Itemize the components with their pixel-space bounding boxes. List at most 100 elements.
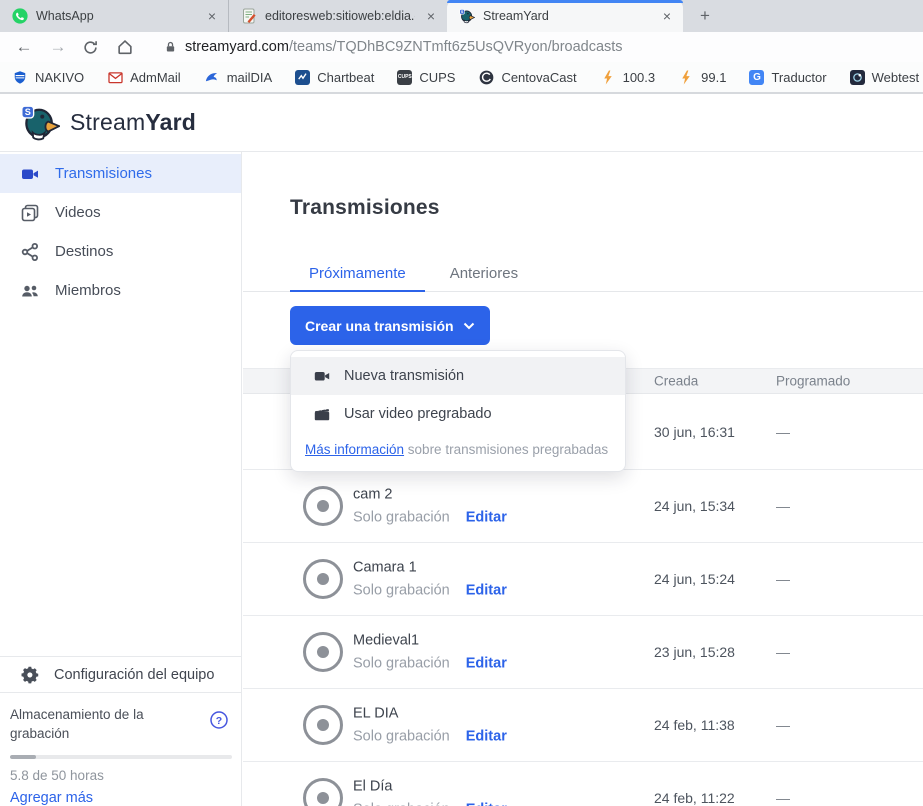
reload-icon[interactable]: [82, 39, 102, 56]
bird-icon: [204, 69, 220, 85]
streamyard-logo[interactable]: S StreamYard: [20, 104, 196, 141]
created-date: 30 jun, 16:31: [654, 424, 735, 440]
home-icon[interactable]: [116, 38, 136, 56]
broadcast-type: Solo grabación: [353, 510, 450, 526]
page-title: Transmisiones: [290, 196, 440, 220]
broadcast-tabs: Próximamente Anteriores: [243, 256, 923, 292]
record-icon: [303, 705, 343, 745]
storage-progress-bar: [10, 755, 232, 759]
programmed-date: —: [776, 498, 790, 514]
table-row[interactable]: cam 2 Solo grabación Editar 24 jun, 15:3…: [243, 470, 923, 543]
bookmark-99-1[interactable]: 99.1: [678, 69, 726, 85]
browser-tab-strip: WhatsApp × editoresweb:sitioweb:eldia.co…: [0, 0, 923, 32]
sidebar-item-team-settings[interactable]: Configuración del equipo: [0, 656, 241, 693]
storage-usage-text: 5.8 de 50 horas: [10, 768, 227, 783]
tab-whatsapp[interactable]: WhatsApp ×: [0, 0, 228, 32]
tab-title: WhatsApp: [36, 9, 196, 23]
bookmark-traductor[interactable]: G Traductor: [749, 70, 826, 85]
video-camera-icon: [20, 164, 40, 184]
broadcast-type: Solo grabación: [353, 729, 450, 745]
swirl-icon: [850, 70, 865, 85]
menu-item-usar-video-pregrabado[interactable]: Usar video pregrabado: [291, 395, 625, 433]
bookmark-100-3[interactable]: 100.3: [600, 69, 656, 85]
table-row[interactable]: EL DIA Solo grabación Editar 24 feb, 11:…: [243, 689, 923, 762]
created-date: 24 jun, 15:24: [654, 571, 735, 587]
main-content: Transmisiones Próximamente Anteriores Cr…: [243, 152, 923, 806]
shield-icon: [12, 69, 28, 85]
menu-item-nueva-transmision[interactable]: Nueva transmisión: [291, 357, 625, 395]
sidebar: Transmisiones Videos Destinos Miembros C…: [0, 152, 242, 806]
tab-title: editoresweb:sitioweb:eldia.co: [265, 9, 415, 23]
people-icon: [20, 281, 40, 301]
programmed-date: —: [776, 571, 790, 587]
bookmark-maildia[interactable]: mailDIA: [204, 69, 273, 85]
created-date: 24 jun, 15:34: [654, 498, 735, 514]
video-camera-icon: [313, 367, 331, 385]
bookmark-webtest[interactable]: Webtest: [850, 70, 919, 85]
table-row[interactable]: Camara 1 Solo grabación Editar 24 jun, 1…: [243, 543, 923, 616]
broadcast-type: Solo grabación: [353, 656, 450, 672]
browser-toolbar: ← → streamyard.com/teams/TQDhBC9ZNTmft6z…: [0, 32, 923, 62]
share-icon: [20, 242, 40, 262]
streamyard-duck-icon: S: [20, 104, 60, 141]
gear-icon: [20, 665, 39, 684]
add-more-link[interactable]: Agregar más: [10, 790, 227, 806]
video-library-icon: [20, 203, 40, 223]
record-icon: [303, 632, 343, 672]
sidebar-item-destinos[interactable]: Destinos: [0, 232, 241, 271]
table-row[interactable]: Medieval1 Solo grabación Editar 23 jun, …: [243, 616, 923, 689]
sidebar-bottom: Configuración del equipo Almacenamiento …: [0, 656, 241, 806]
edit-link[interactable]: Editar: [466, 802, 507, 806]
svg-text:?: ?: [216, 715, 222, 727]
storage-panel: Almacenamiento de la grabación ? 5.8 de …: [0, 693, 241, 806]
sidebar-item-transmisiones[interactable]: Transmisiones: [0, 154, 241, 193]
dropdown-info-text: Más información sobre transmisiones preg…: [291, 433, 625, 471]
sidebar-item-miembros[interactable]: Miembros: [0, 271, 241, 310]
close-icon[interactable]: ×: [659, 8, 675, 24]
programmed-date: —: [776, 717, 790, 733]
tab-proximamente[interactable]: Próximamente: [290, 256, 425, 291]
column-header-creada: Creada: [654, 374, 698, 389]
programmed-date: —: [776, 424, 790, 440]
page-edit-icon: [241, 8, 257, 24]
close-icon[interactable]: ×: [204, 8, 220, 24]
bookmark-cups[interactable]: CUPS CUPS: [397, 70, 455, 85]
back-icon[interactable]: ←: [14, 37, 34, 57]
created-date: 24 feb, 11:22: [654, 790, 735, 806]
broadcast-type: Solo grabación: [353, 802, 450, 806]
edit-link[interactable]: Editar: [466, 656, 507, 672]
forward-icon[interactable]: →: [48, 37, 68, 57]
mas-informacion-link[interactable]: Más información: [305, 442, 404, 457]
create-broadcast-dropdown: Nueva transmisión Usar video pregrabado …: [290, 350, 626, 472]
new-tab-button[interactable]: +: [691, 2, 719, 30]
url-domain: streamyard.com: [185, 39, 289, 55]
close-icon[interactable]: ×: [423, 8, 439, 24]
bookmark-admmail[interactable]: AdmMail: [107, 69, 181, 85]
bookmark-chartbeat[interactable]: Chartbeat: [295, 70, 374, 85]
record-icon: [303, 778, 343, 806]
table-row[interactable]: El Día Solo grabación Editar 24 feb, 11:…: [243, 762, 923, 806]
tab-title: StreamYard: [483, 9, 651, 23]
lock-icon: [164, 40, 177, 54]
tab-anteriores[interactable]: Anteriores: [450, 256, 518, 291]
edit-link[interactable]: Editar: [466, 510, 507, 526]
sidebar-item-videos[interactable]: Videos: [0, 193, 241, 232]
whatsapp-icon: [12, 8, 28, 24]
tab-editoresweb[interactable]: editoresweb:sitioweb:eldia.co ×: [228, 0, 447, 32]
broadcast-name: Camara 1: [353, 560, 507, 576]
lightning-icon: [600, 69, 616, 85]
edit-link[interactable]: Editar: [466, 583, 507, 599]
programmed-date: —: [776, 790, 790, 806]
programmed-date: —: [776, 644, 790, 660]
create-broadcast-button[interactable]: Crear una transmisión: [290, 306, 490, 345]
address-bar[interactable]: streamyard.com/teams/TQDhBC9ZNTmft6z5UsQ…: [164, 39, 623, 55]
bookmark-nakivo[interactable]: NAKIVO: [12, 69, 84, 85]
tab-streamyard[interactable]: S StreamYard ×: [447, 0, 683, 32]
broadcast-name: EL DIA: [353, 706, 507, 722]
help-icon[interactable]: ?: [209, 710, 229, 730]
translate-icon: G: [749, 70, 764, 85]
edit-link[interactable]: Editar: [466, 729, 507, 745]
cups-icon: CUPS: [397, 70, 412, 85]
bookmark-centovacast[interactable]: CentovaCast: [478, 69, 576, 85]
envelope-icon: [107, 69, 123, 85]
